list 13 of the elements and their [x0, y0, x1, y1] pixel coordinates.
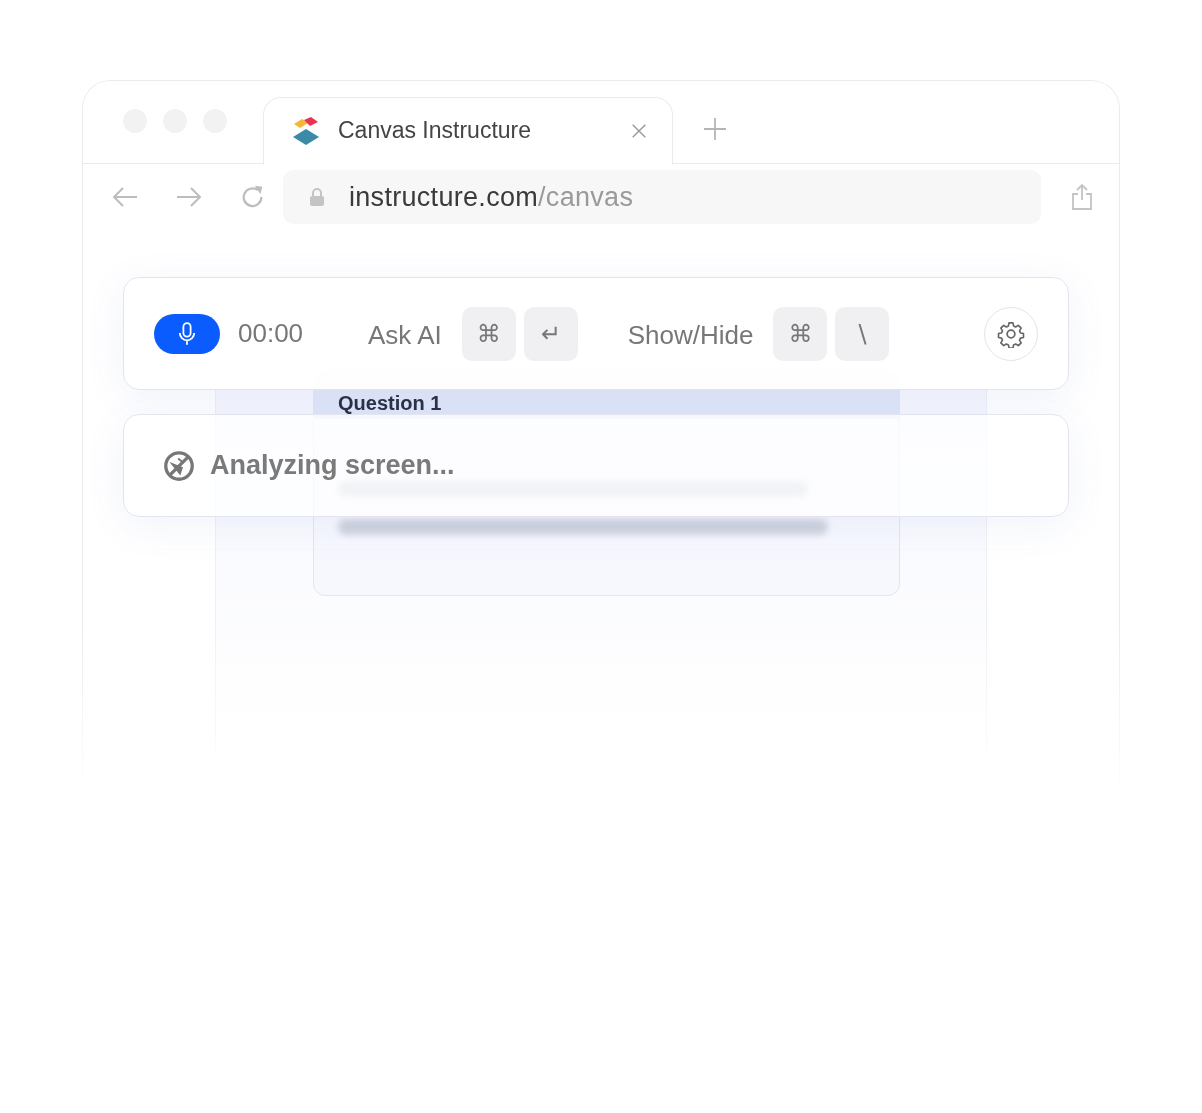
timer: 00:00	[238, 318, 305, 349]
keyboard-key: ⌘	[461, 306, 516, 361]
question-title: Question 1	[338, 392, 442, 415]
status-text: Analyzing screen...	[210, 450, 455, 481]
shortcut-label: Show/Hide	[627, 320, 754, 351]
keyboard-key: ↵	[523, 306, 578, 361]
keyboard-key: ⌘	[773, 306, 828, 361]
browser-tab[interactable]: Canvas Instructure	[263, 96, 673, 165]
address-bar[interactable]: instructure.com/canvas	[283, 170, 1041, 224]
url-text: instructure.com/canvas	[349, 181, 634, 213]
keyboard-key: \	[835, 306, 890, 361]
shortcut-label: Ask AI	[368, 320, 442, 351]
tab-title: Canvas Instructure	[338, 117, 533, 144]
